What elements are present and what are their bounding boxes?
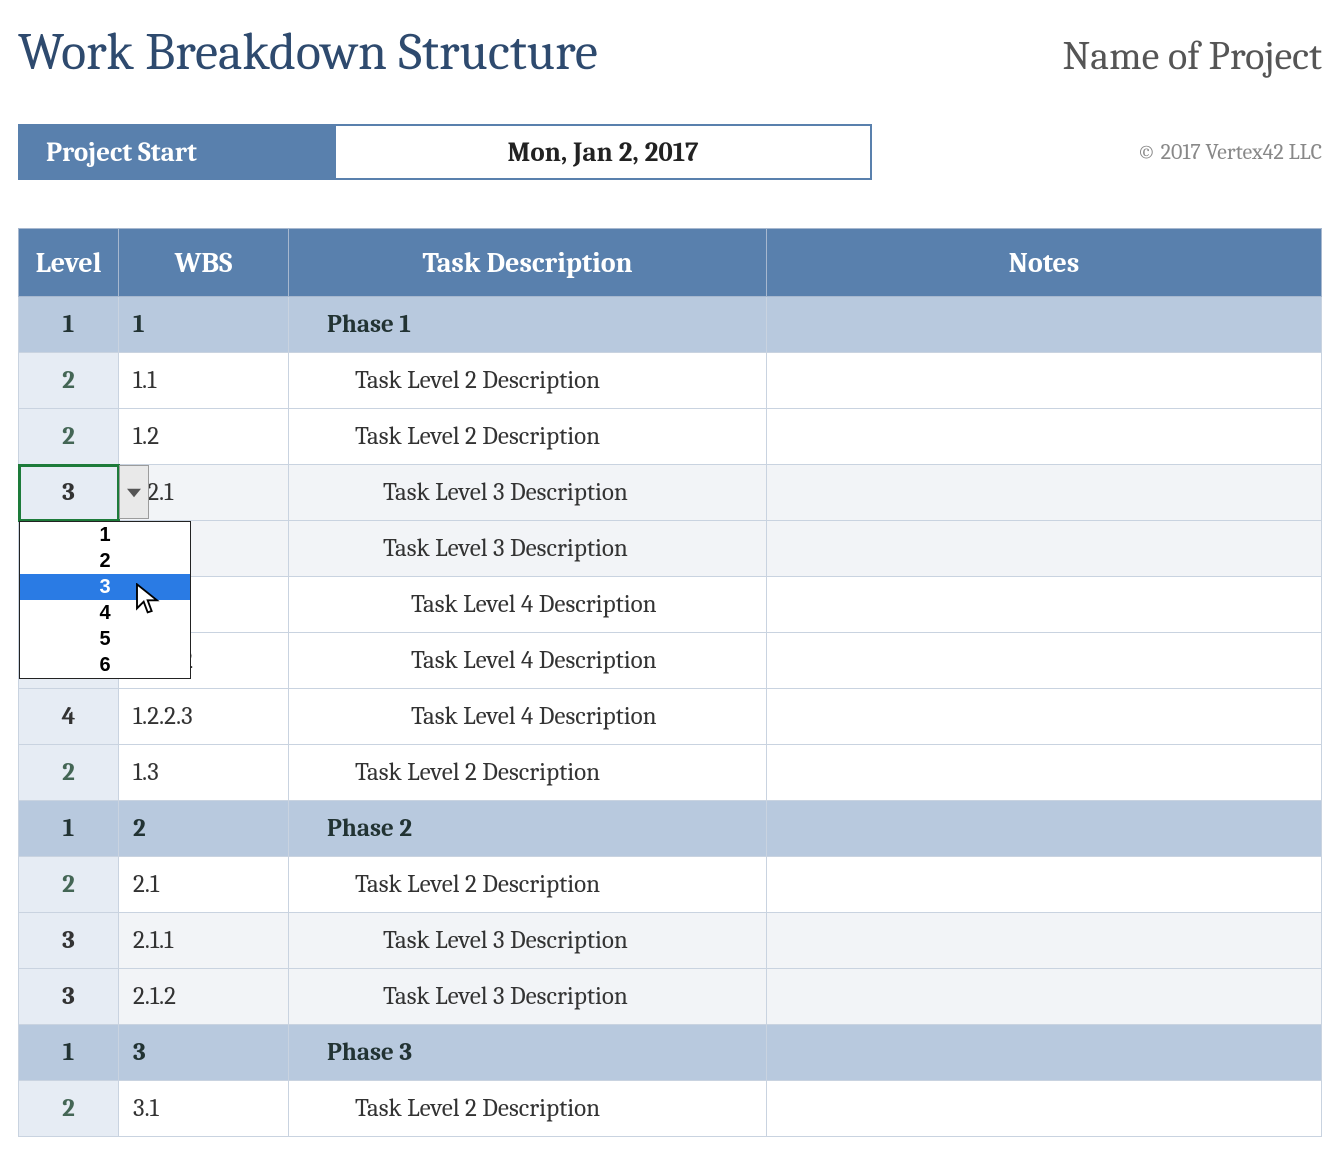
table-row: 22.1Task Level 2 Description: [19, 857, 1322, 913]
task-description-cell[interactable]: Task Level 3 Description: [289, 465, 767, 521]
task-description-cell[interactable]: Phase 1: [289, 297, 767, 353]
wbs-cell[interactable]: 3.1: [119, 1081, 289, 1137]
notes-cell[interactable]: [767, 1025, 1322, 1081]
notes-cell[interactable]: [767, 633, 1322, 689]
task-description-cell[interactable]: Task Level 4 Description: [289, 577, 767, 633]
dropdown-option[interactable]: 4: [20, 600, 190, 626]
level-cell[interactable]: 3: [19, 969, 119, 1025]
dropdown-button[interactable]: [119, 465, 149, 519]
task-description-cell[interactable]: Task Level 4 Description: [289, 689, 767, 745]
task-description-cell[interactable]: Phase 2: [289, 801, 767, 857]
notes-cell[interactable]: [767, 857, 1322, 913]
wbs-cell[interactable]: 2.1: [119, 857, 289, 913]
wbs-cell[interactable]: 2: [119, 801, 289, 857]
task-description-cell[interactable]: Task Level 4 Description: [289, 633, 767, 689]
table-row: 41.2.2.1Task Level 4 Description: [19, 577, 1322, 633]
notes-cell[interactable]: [767, 409, 1322, 465]
level-cell[interactable]: 2: [19, 1081, 119, 1137]
notes-cell[interactable]: [767, 353, 1322, 409]
table-row: 21.2Task Level 2 Description: [19, 409, 1322, 465]
table-row: 21.3Task Level 2 Description: [19, 745, 1322, 801]
task-description-cell[interactable]: Task Level 2 Description: [289, 857, 767, 913]
wbs-cell[interactable]: 1.1: [119, 353, 289, 409]
dropdown-option[interactable]: 2: [20, 548, 190, 574]
notes-cell[interactable]: [767, 689, 1322, 745]
table-row: 31.2.2Task Level 3 Description: [19, 521, 1322, 577]
task-description-cell[interactable]: Task Level 3 Description: [289, 521, 767, 577]
table-row: 11Phase 1: [19, 297, 1322, 353]
table-row: 32.1.1Task Level 3 Description: [19, 913, 1322, 969]
level-cell[interactable]: 3123456: [19, 465, 119, 521]
wbs-cell[interactable]: 2.1.1: [119, 913, 289, 969]
level-cell[interactable]: 2: [19, 409, 119, 465]
notes-cell[interactable]: [767, 297, 1322, 353]
dropdown-option[interactable]: 5: [20, 626, 190, 652]
wbs-cell[interactable]: 1: [119, 297, 289, 353]
level-cell[interactable]: 1: [19, 297, 119, 353]
task-description-cell[interactable]: Task Level 3 Description: [289, 969, 767, 1025]
dropdown-option[interactable]: 1: [20, 522, 190, 548]
level-cell[interactable]: 1: [19, 1025, 119, 1081]
wbs-table: Level WBS Task Description Notes 11Phase…: [18, 228, 1322, 1137]
copyright-text: © 2017 Vertex42 LLC: [1137, 139, 1322, 165]
level-cell[interactable]: 2: [19, 857, 119, 913]
notes-cell[interactable]: [767, 577, 1322, 633]
column-header-notes[interactable]: Notes: [767, 229, 1322, 297]
wbs-cell[interactable]: 1.3: [119, 745, 289, 801]
table-row: 31234561.2.1Task Level 3 Description: [19, 465, 1322, 521]
table-row: 13Phase 3: [19, 1025, 1322, 1081]
notes-cell[interactable]: [767, 913, 1322, 969]
task-description-cell[interactable]: Task Level 2 Description: [289, 745, 767, 801]
project-start-label: Project Start: [18, 124, 334, 180]
project-start-date[interactable]: Mon, Jan 2, 2017: [334, 124, 872, 180]
notes-cell[interactable]: [767, 745, 1322, 801]
dropdown-option[interactable]: 3: [20, 574, 190, 600]
wbs-cell[interactable]: 3: [119, 1025, 289, 1081]
level-cell[interactable]: 4: [19, 689, 119, 745]
level-cell[interactable]: 2: [19, 745, 119, 801]
notes-cell[interactable]: [767, 521, 1322, 577]
level-cell[interactable]: 1: [19, 801, 119, 857]
project-name-label: Name of Project: [1063, 33, 1322, 79]
task-description-cell[interactable]: Task Level 3 Description: [289, 913, 767, 969]
notes-cell[interactable]: [767, 1081, 1322, 1137]
page-title: Work Breakdown Structure: [18, 22, 598, 82]
table-row: 32.1.2Task Level 3 Description: [19, 969, 1322, 1025]
dropdown-list: 123456: [19, 521, 191, 679]
wbs-cell[interactable]: 1.2: [119, 409, 289, 465]
column-header-level[interactable]: Level: [19, 229, 119, 297]
level-cell[interactable]: 2: [19, 353, 119, 409]
table-row: 12Phase 2: [19, 801, 1322, 857]
task-description-cell[interactable]: Task Level 2 Description: [289, 409, 767, 465]
table-row: 21.1Task Level 2 Description: [19, 353, 1322, 409]
column-header-task-description[interactable]: Task Description: [289, 229, 767, 297]
table-row: 41.2.2.3Task Level 4 Description: [19, 689, 1322, 745]
notes-cell[interactable]: [767, 801, 1322, 857]
task-description-cell[interactable]: Task Level 2 Description: [289, 353, 767, 409]
table-row: 23.1Task Level 2 Description: [19, 1081, 1322, 1137]
notes-cell[interactable]: [767, 969, 1322, 1025]
notes-cell[interactable]: [767, 465, 1322, 521]
task-description-cell[interactable]: Phase 3: [289, 1025, 767, 1081]
dropdown-option[interactable]: 6: [20, 652, 190, 678]
task-description-cell[interactable]: Task Level 2 Description: [289, 1081, 767, 1137]
table-row: 41.2.2.2Task Level 4 Description: [19, 633, 1322, 689]
column-header-wbs[interactable]: WBS: [119, 229, 289, 297]
wbs-cell[interactable]: 1.2.2.3: [119, 689, 289, 745]
chevron-down-icon: [127, 478, 141, 507]
wbs-cell[interactable]: 2.1.2: [119, 969, 289, 1025]
level-cell[interactable]: 3: [19, 913, 119, 969]
